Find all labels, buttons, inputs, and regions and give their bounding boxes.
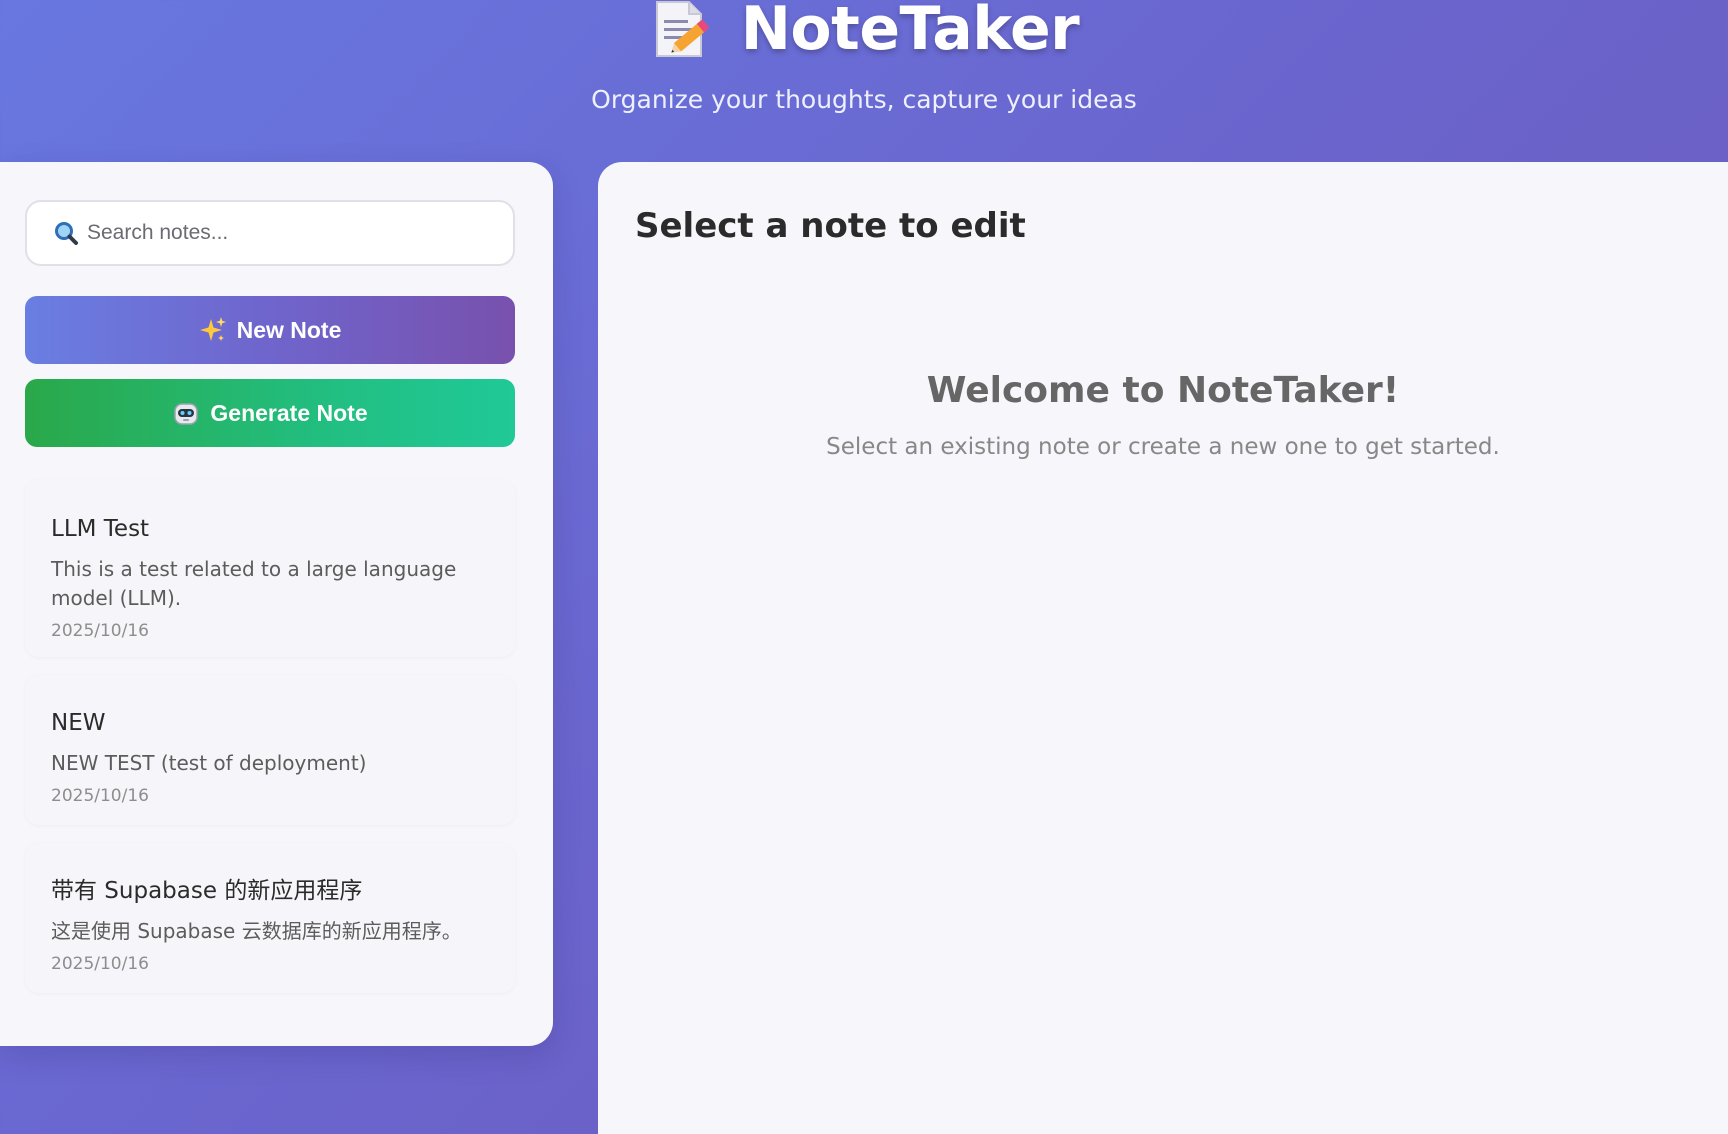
welcome-title: Welcome to NoteTaker! (926, 370, 1400, 411)
search-input[interactable] (87, 221, 487, 245)
memo-pencil-icon (649, 0, 713, 62)
note-preview: This is a test related to a large langua… (51, 556, 457, 610)
new-note-label: New Note (236, 316, 342, 343)
generate-note-button[interactable]: Generate Note (25, 379, 515, 447)
note-preview: NEW TEST (test of deployment) (51, 750, 367, 775)
note-title: NEW (51, 710, 106, 736)
sparkles-icon (199, 316, 227, 344)
note-date: 2025/10/16 (51, 620, 149, 641)
note-date: 2025/10/16 (51, 785, 149, 806)
note-title: 带有 Supabase 的新应用程序 (51, 878, 363, 904)
sidebar: New Note Generate Note LLM Test This is … (0, 162, 553, 1046)
generate-note-label: Generate Note (210, 399, 368, 426)
new-note-button[interactable]: New Note (25, 296, 515, 364)
brand: NoteTaker (0, 0, 1728, 64)
note-item[interactable]: NEW NEW TEST (test of deployment) 2025/1… (25, 675, 515, 825)
robot-icon (172, 399, 200, 427)
page-title: Select a note to edit (635, 206, 1026, 246)
app-subtitle: Organize your thoughts, capture your ide… (591, 85, 1137, 114)
note-title: LLM Test (51, 516, 150, 542)
note-item[interactable]: 带有 Supabase 的新应用程序 这是使用 Supabase 云数据库的新应… (25, 843, 515, 993)
editor-panel: Select a note to edit Welcome to NoteTak… (598, 162, 1728, 1134)
note-date: 2025/10/16 (51, 953, 149, 974)
note-preview: 这是使用 Supabase 云数据库的新应用程序。 (51, 918, 462, 943)
note-item[interactable]: LLM Test This is a test related to a lar… (25, 479, 515, 657)
welcome-text: Select an existing note or create a new … (826, 434, 1500, 460)
magnifying-glass-icon (53, 220, 79, 246)
app-title: NoteTaker (740, 0, 1080, 64)
search-box[interactable] (25, 200, 515, 266)
app-header: NoteTaker Organize your thoughts, captur… (0, 0, 1728, 150)
note-list: LLM Test This is a test related to a lar… (25, 479, 515, 1011)
